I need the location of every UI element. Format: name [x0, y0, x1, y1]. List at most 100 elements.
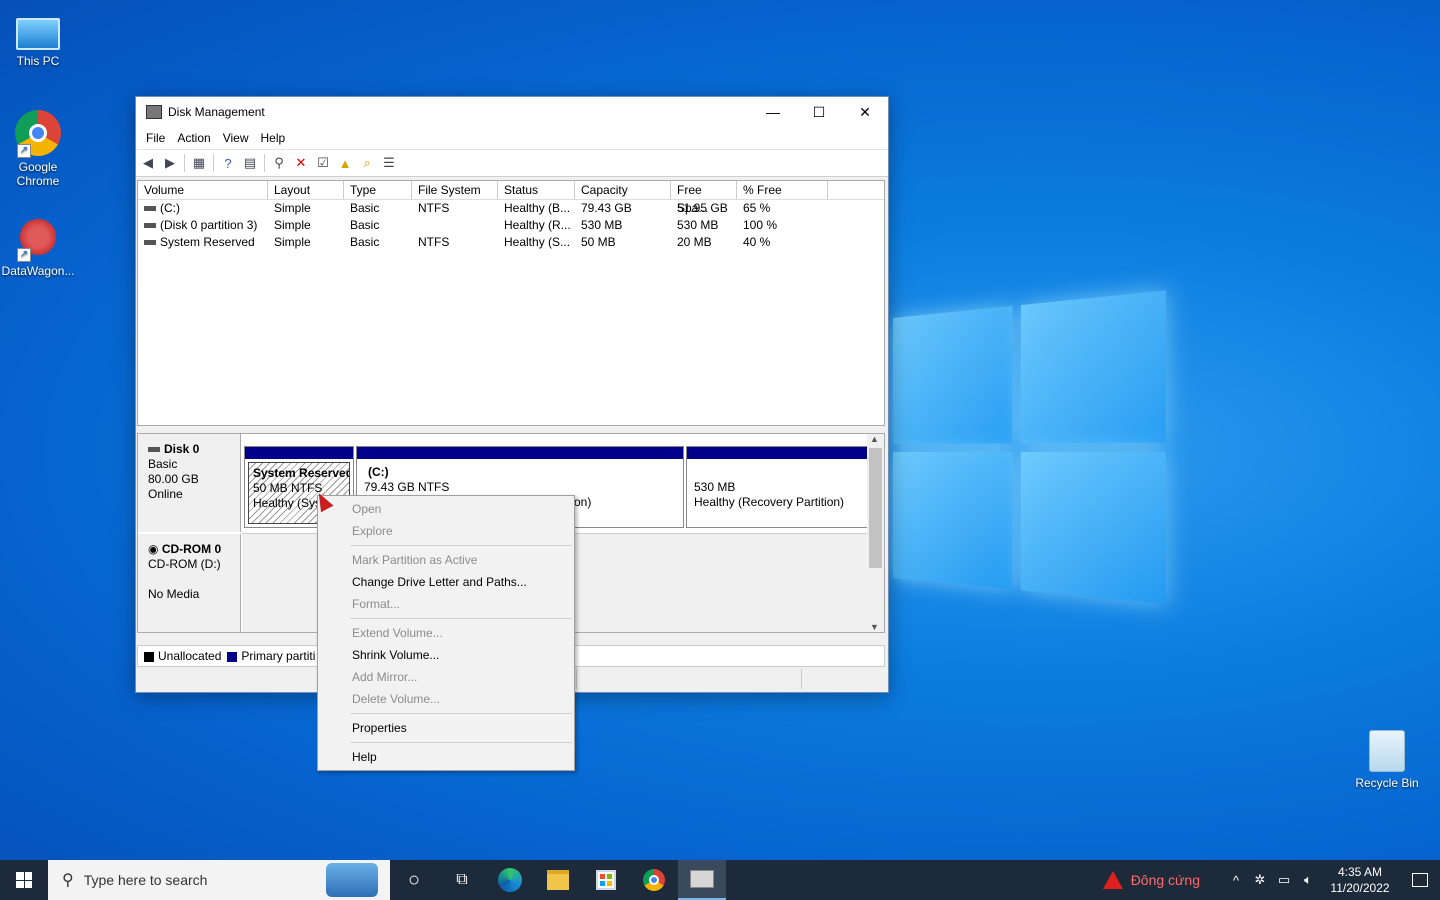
menu-item-mark-partition-active[interactable]: Mark Partition as Active [318, 549, 574, 571]
disk-0-info[interactable]: Disk 0 Basic 80.00 GB Online [138, 434, 241, 532]
list-icon[interactable]: ☰ [381, 155, 397, 171]
back-icon[interactable]: ◀ [140, 155, 156, 171]
notification-center-button[interactable] [1400, 873, 1440, 887]
column-header-capacity[interactable]: Capacity [575, 181, 671, 199]
partition-name: (C:) [364, 465, 676, 480]
disk-name: Disk 0 [164, 442, 199, 456]
checkmark-icon[interactable]: ☑ [315, 155, 331, 171]
column-header-layout[interactable]: Layout [268, 181, 344, 199]
taskbar-disk-management[interactable] [678, 860, 726, 900]
taskbar-store[interactable] [582, 860, 630, 900]
cell-volume: (Disk 0 partition 3) [160, 218, 257, 232]
recycle-bin-icon [1369, 730, 1405, 772]
desktop-icon-google-chrome[interactable]: ↗ Google Chrome [0, 110, 76, 188]
menu-view[interactable]: View [217, 131, 255, 145]
notification-icon [1412, 873, 1428, 887]
connect-icon[interactable]: ⚲ [271, 155, 287, 171]
menu-item-delete-volume[interactable]: Delete Volume... [318, 688, 574, 710]
cortana-button[interactable]: ○ [390, 860, 438, 900]
delete-icon[interactable]: ✕ [293, 155, 309, 171]
folder-up-icon[interactable]: ▲ [337, 155, 353, 171]
column-header-percent-free[interactable]: % Free [737, 181, 828, 199]
menu-item-add-mirror[interactable]: Add Mirror... [318, 666, 574, 688]
taskbar-clock[interactable]: 4:35 AM 11/20/2022 [1328, 864, 1392, 896]
cell-volume: (C:) [160, 201, 180, 215]
weather-text: Đông cứng [1131, 872, 1200, 888]
disk-size: 80.00 GB [148, 472, 240, 487]
windows-start-icon [16, 872, 32, 888]
legend-unallocated: Unallocated [158, 649, 221, 663]
chevron-up-icon[interactable]: ^ [1224, 873, 1248, 888]
table-row[interactable]: (C:) Simple Basic NTFS Healthy (B... 79.… [138, 200, 884, 217]
menu-help[interactable]: Help [255, 131, 292, 145]
search-highlight-image[interactable] [326, 863, 378, 897]
menu-item-change-drive-letter[interactable]: Change Drive Letter and Paths... [318, 571, 574, 593]
menu-item-properties[interactable]: Properties [318, 717, 574, 739]
this-pc-icon [16, 18, 60, 50]
partition-recovery[interactable]: 530 MB Healthy (Recovery Partition) [686, 446, 868, 528]
menu-item-help[interactable]: Help [318, 746, 574, 768]
desktop-icon-recycle-bin[interactable]: Recycle Bin [1349, 730, 1425, 790]
column-header-free-space[interactable]: Free Spa... [671, 181, 737, 199]
maximize-button[interactable]: ☐ [796, 97, 842, 127]
chrome-icon [643, 869, 665, 891]
toolbar: ◀ ▶ ▦ ? ▤ ⚲ ✕ ☑ ▲ ⌕ ☰ [136, 149, 888, 177]
menu-item-explore[interactable]: Explore [318, 520, 574, 542]
scroll-up-icon[interactable]: ▲ [870, 434, 879, 444]
taskbar-chrome[interactable] [630, 860, 678, 900]
cell-free-space: 20 MB [671, 234, 737, 251]
network-icon[interactable]: ▭ [1272, 872, 1296, 888]
menu-item-shrink-volume[interactable]: Shrink Volume... [318, 644, 574, 666]
scroll-down-icon[interactable]: ▼ [870, 622, 879, 632]
search-folder-icon[interactable]: ⌕ [359, 155, 375, 171]
menu-file[interactable]: File [140, 131, 171, 145]
desktop-icon-this-pc[interactable]: This PC [0, 8, 76, 68]
help-icon[interactable]: ? [220, 155, 236, 171]
column-header-file-system[interactable]: File System [412, 181, 498, 199]
start-button[interactable] [0, 860, 48, 900]
chrome-icon: ↗ [15, 110, 61, 156]
task-view-button[interactable]: ⧉ [438, 860, 486, 900]
column-header-status[interactable]: Status [498, 181, 575, 199]
taskbar-file-explorer[interactable] [534, 860, 582, 900]
table-row[interactable]: (Disk 0 partition 3) Simple Basic Health… [138, 217, 884, 234]
disk-pane-scrollbar[interactable]: ▲ ▼ [867, 434, 884, 632]
cell-percent-free: 40 % [737, 234, 828, 251]
cell-percent-free: 100 % [737, 217, 828, 234]
cell-capacity: 530 MB [575, 217, 671, 234]
partition-context-menu: Open Explore Mark Partition as Active Ch… [317, 495, 575, 771]
drive-icon [144, 206, 156, 211]
taskbar-edge[interactable] [486, 860, 534, 900]
input-indicator-icon[interactable]: ✲ [1248, 872, 1272, 888]
volume-icon[interactable]: 🔈︎ [1296, 872, 1320, 888]
properties-icon[interactable]: ▤ [242, 155, 258, 171]
cdrom-type: CD-ROM (D:) [148, 557, 240, 572]
column-header-volume[interactable]: Volume [138, 181, 268, 199]
window-title: Disk Management [168, 105, 750, 119]
minimize-button[interactable]: — [750, 97, 796, 127]
show-hide-console-tree-icon[interactable]: ▦ [191, 155, 207, 171]
close-button[interactable]: ✕ [842, 97, 888, 127]
menu-action[interactable]: Action [171, 131, 216, 145]
column-header-type[interactable]: Type [344, 181, 412, 199]
scrollbar-thumb[interactable] [869, 448, 882, 568]
cell-volume: System Reserved [160, 235, 255, 249]
menu-item-format[interactable]: Format... [318, 593, 574, 615]
cell-layout: Simple [268, 200, 344, 217]
desktop-icon-datawagon[interactable]: ↗ DataWagon... [0, 214, 76, 278]
cell-capacity: 50 MB [575, 234, 671, 251]
taskbar-search-box[interactable]: ⚲ Type here to search [48, 860, 390, 900]
menu-item-open[interactable]: Open [318, 498, 574, 520]
cdrom-0-info[interactable]: ◉ CD-ROM 0 CD-ROM (D:) No Media [138, 534, 241, 632]
desktop-icon-label: This PC [0, 54, 76, 68]
partition-status: Healthy (Recovery Partition) [694, 495, 860, 510]
search-placeholder: Type here to search [84, 872, 208, 888]
maximize-icon: ☐ [813, 104, 826, 121]
partition-name [694, 465, 860, 480]
menu-item-extend-volume[interactable]: Extend Volume... [318, 622, 574, 644]
table-row[interactable]: System Reserved Simple Basic NTFS Health… [138, 234, 884, 251]
title-bar[interactable]: Disk Management — ☐ ✕ [136, 97, 888, 127]
weather-widget[interactable]: Đông cứng [1103, 871, 1200, 889]
cell-free-space: 530 MB [671, 217, 737, 234]
forward-icon[interactable]: ▶ [162, 155, 178, 171]
